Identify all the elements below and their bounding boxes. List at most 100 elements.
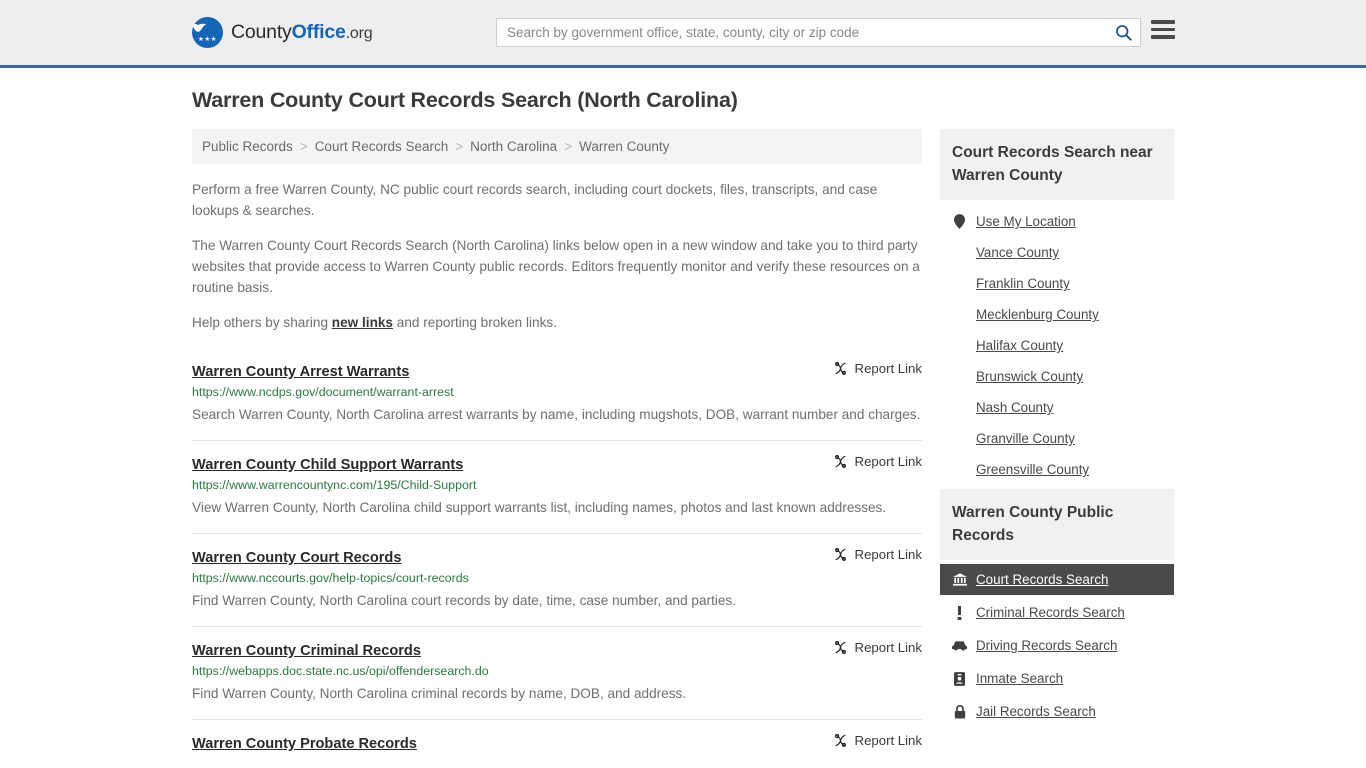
list-item: Driving Records Search <box>940 630 1174 661</box>
sidebar-item-court-records-search[interactable]: Court Records Search <box>940 564 1174 595</box>
sidebar-item-mecklenburg-county[interactable]: Mecklenburg County <box>940 304 1174 325</box>
courthouse-icon <box>952 573 967 586</box>
list-item: Use My Location <box>940 206 1174 237</box>
result-header: Warren County Court Records Report Link <box>192 547 922 566</box>
result-url: https://www.ncdps.gov/document/warrant-a… <box>192 385 454 399</box>
broken-link-icon <box>834 455 846 468</box>
report-link-button[interactable]: Report Link <box>819 361 922 376</box>
sidebar-item-label: Inmate Search <box>976 671 1064 686</box>
breadcrumb-item[interactable]: Warren County <box>579 139 669 154</box>
intro-p3-before: Help others by sharing <box>192 315 332 330</box>
sidebar-item-label: Driving Records Search <box>976 638 1118 653</box>
sidebar-item-label: Nash County <box>976 400 1054 415</box>
sidebar-item-label: Vance County <box>976 245 1060 260</box>
list-item: Granville County <box>940 423 1174 454</box>
result-header: Warren County Arrest Warrants Report Link <box>192 361 922 380</box>
nearby-heading: Court Records Search near Warren County <box>940 129 1174 200</box>
list-item: Criminal Records Search <box>940 597 1174 628</box>
sidebar-item-brunswick-county[interactable]: Brunswick County <box>940 366 1174 387</box>
result-item: Warren County Court Records Report Link ht… <box>192 533 922 626</box>
breadcrumb-item[interactable]: Court Records Search <box>315 139 449 154</box>
broken-link-icon <box>834 734 846 747</box>
report-link-button[interactable]: Report Link <box>819 547 922 562</box>
sidebar-item-greensville-county[interactable]: Greensville County <box>940 459 1174 480</box>
result-item: Warren County Criminal Records Report Lin… <box>192 626 922 719</box>
result-title-link[interactable]: Warren County Court Records <box>192 550 401 566</box>
sidebar: Court Records Search near Warren County … <box>940 129 1174 766</box>
sidebar-item-halifax-county[interactable]: Halifax County <box>940 335 1174 356</box>
sidebar-item-label: Court Records Search <box>976 572 1109 587</box>
map-pin-icon <box>952 214 967 229</box>
sidebar-item-label: Greensville County <box>976 462 1090 477</box>
result-title-link[interactable]: Warren County Child Support Warrants <box>192 457 463 473</box>
exclamation-icon <box>952 605 967 620</box>
site-header: ★★★ CountyOffice.org <box>0 0 1366 68</box>
report-link-label: Report Link <box>854 454 922 469</box>
sidebar-item-label: Brunswick County <box>976 369 1084 384</box>
breadcrumb-separator: > <box>299 139 308 154</box>
list-item: Vance County <box>940 237 1174 268</box>
report-link-button[interactable]: Report Link <box>819 640 922 655</box>
result-title-link[interactable]: Warren County Arrest Warrants <box>192 364 409 380</box>
list-item: Mecklenburg County <box>940 299 1174 330</box>
result-description: View Warren County, North Carolina child… <box>192 500 887 515</box>
sidebar-item-nash-county[interactable]: Nash County <box>940 397 1174 418</box>
sidebar-item-inmate-search[interactable]: Inmate Search <box>940 663 1174 694</box>
sidebar-item-jail-records-search[interactable]: Jail Records Search <box>940 696 1174 727</box>
list-item: Greensville County <box>940 454 1174 485</box>
sidebar-item-label: Jail Records Search <box>976 704 1096 719</box>
list-item: Inmate Search <box>940 663 1174 694</box>
search-bar[interactable] <box>496 18 1141 47</box>
id-badge-icon <box>952 671 967 686</box>
logo-wordmark: CountyOffice.org <box>231 21 373 44</box>
nearby-search-box: Court Records Search near Warren County … <box>940 129 1174 485</box>
nearby-county-list: Use My Location Vance County Franklin Coun… <box>940 200 1174 485</box>
list-item: Nash County <box>940 392 1174 423</box>
result-description: Search Warren County, North Carolina arr… <box>192 407 921 422</box>
public-records-box: Warren County Public Records Court Recor… <box>940 489 1174 727</box>
lock-icon <box>952 704 967 719</box>
results-list: Warren County Arrest Warrants Report Link… <box>192 353 922 766</box>
result-header: Warren County Criminal Records Report Lin… <box>192 640 922 659</box>
breadcrumb-item[interactable]: North Carolina <box>470 139 557 154</box>
sidebar-item-criminal-records-search[interactable]: Criminal Records Search <box>940 597 1174 628</box>
result-item: Warren County Probate Records Report Link <box>192 719 922 766</box>
intro-paragraph-2: The Warren County Court Records Search (… <box>192 238 920 295</box>
result-url: https://www.warrencountync.com/195/Child… <box>192 478 477 492</box>
list-item: Brunswick County <box>940 361 1174 392</box>
report-link-label: Report Link <box>854 733 922 748</box>
eagle-icon <box>192 23 207 32</box>
result-header: Warren County Probate Records Report Link <box>192 733 922 752</box>
search-icon <box>1115 25 1132 41</box>
sidebar-item-driving-records-search[interactable]: Driving Records Search <box>940 630 1174 661</box>
result-description: Find Warren County, North Carolina court… <box>192 593 736 608</box>
page-title: Warren County Court Records Search (Nort… <box>192 88 738 112</box>
page-body: Warren County Court Records Search (Nort… <box>0 88 1366 766</box>
broken-link-icon <box>834 641 846 654</box>
result-url: https://www.nccourts.gov/help-topics/cou… <box>192 571 469 585</box>
new-links-link[interactable]: new links <box>332 315 393 330</box>
report-link-button[interactable]: Report Link <box>819 454 922 469</box>
breadcrumb-separator: > <box>455 139 464 154</box>
list-item: Jail Records Search <box>940 696 1174 727</box>
site-logo[interactable]: ★★★ CountyOffice.org <box>192 17 373 48</box>
search-button[interactable] <box>1106 19 1140 46</box>
breadcrumb: Public Records > Court Records Search > Nort… <box>192 129 922 164</box>
sidebar-item-label: Franklin County <box>976 276 1070 291</box>
report-link-button[interactable]: Report Link <box>819 733 922 748</box>
result-url: https://webapps.doc.state.nc.us/opi/offe… <box>192 664 489 678</box>
search-input[interactable] <box>497 19 1106 46</box>
list-item: Halifax County <box>940 330 1174 361</box>
hamburger-menu-icon[interactable] <box>1151 20 1175 39</box>
breadcrumb-item[interactable]: Public Records <box>202 139 293 154</box>
report-link-label: Report Link <box>854 547 922 562</box>
result-item: Warren County Child Support Warrants Repo… <box>192 440 922 533</box>
intro-paragraph-3: Help others by sharing new links and rep… <box>192 312 922 333</box>
result-title-link[interactable]: Warren County Probate Records <box>192 736 417 752</box>
sidebar-item-vance-county[interactable]: Vance County <box>940 242 1174 263</box>
car-icon <box>952 640 967 651</box>
result-title-link[interactable]: Warren County Criminal Records <box>192 643 421 659</box>
sidebar-item-franklin-county[interactable]: Franklin County <box>940 273 1174 294</box>
sidebar-item-granville-county[interactable]: Granville County <box>940 428 1174 449</box>
sidebar-item-use-my-location[interactable]: Use My Location <box>940 211 1174 232</box>
